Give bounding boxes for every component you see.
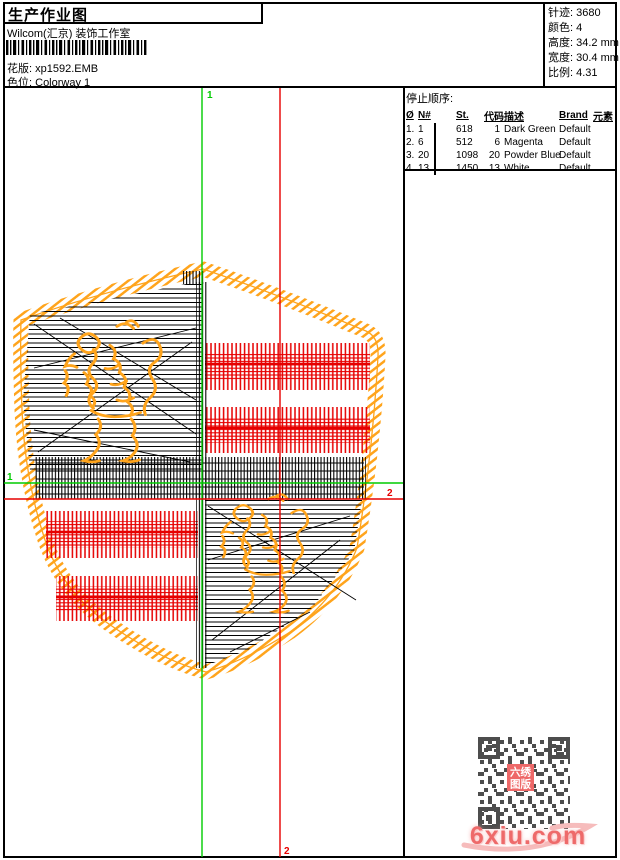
stripe-band-top-right-2 — [205, 407, 370, 453]
guide-label-h1: 1 — [7, 472, 13, 483]
stripe-band-top-right-1 — [205, 343, 370, 390]
guide-label-v1: 1 — [207, 90, 213, 101]
qr-code: 六绣 图版 — [478, 737, 570, 829]
qr-watermark-stamp: 六绣 图版 — [507, 764, 534, 791]
stripe-band-bottom-left-1 — [46, 511, 198, 558]
design-canvas: 1 1 2 2 六绣 图版 — [4, 88, 598, 857]
svg-text:六绣: 六绣 — [510, 766, 531, 779]
site-watermark: 6xiu.com — [469, 822, 587, 850]
production-worksheet-page: 生产作业图 Wilcom(汇京) 装饰工作室 花版: xp1592.EMB 色位… — [0, 0, 620, 860]
stripe-band-bottom-left-2 — [56, 576, 198, 621]
guide-label-h2: 2 — [387, 488, 393, 499]
svg-text:图版: 图版 — [510, 778, 531, 791]
guide-label-v2: 2 — [284, 846, 290, 857]
